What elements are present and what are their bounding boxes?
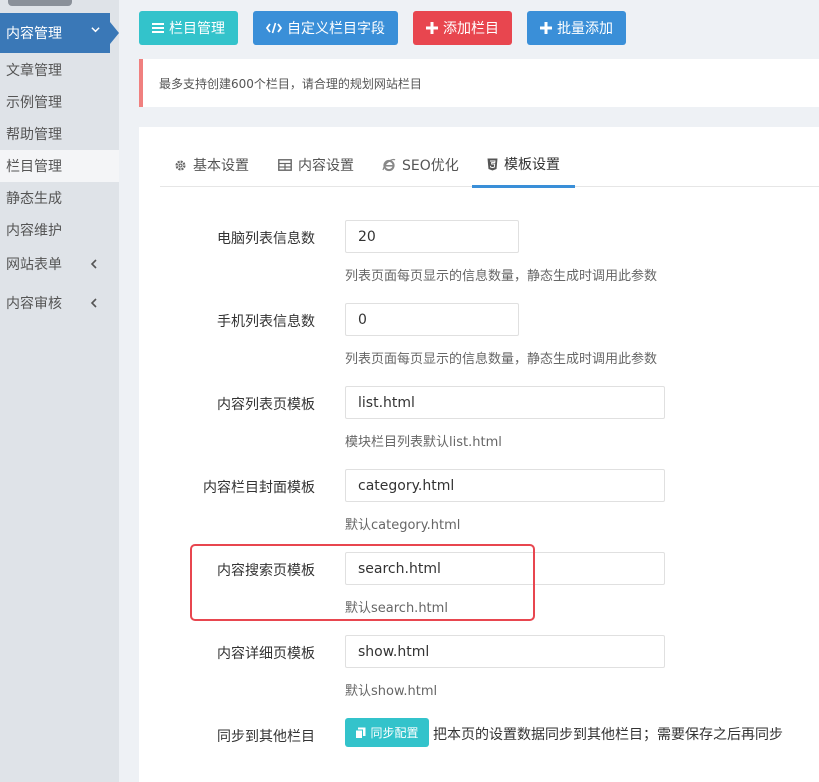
settings-panel: 基本设置 内容设置 SEO优化 模板设置 电脑列表信息数 20 列表页面每页显示… [139, 127, 819, 782]
highlight-annotation [190, 544, 535, 621]
sync-config-label: 同步配置 [370, 726, 419, 740]
show-template-label: 内容详细页模板 [217, 646, 315, 662]
sync-description: 把本页的设置数据同步到其他栏目；需要保存之后再同步 [433, 727, 783, 743]
column-manage-button[interactable]: 栏目管理 [139, 11, 238, 45]
pc-list-count-help: 列表页面每页显示的信息数量，静态生成时调用此参数 [345, 269, 658, 284]
table-icon [278, 159, 292, 171]
notice-alert: 最多支持创建600个栏目，请合理的规划网站栏目 [139, 59, 819, 107]
sidebar-item-static[interactable]: 静态生成 [0, 182, 119, 214]
tab-label: SEO优化 [402, 158, 459, 174]
tab-content-settings[interactable]: 内容设置 [278, 143, 354, 187]
sync-label: 同步到其他栏目 [217, 729, 315, 745]
category-template-label: 内容栏目封面模板 [203, 480, 315, 496]
chevron-left-icon [90, 259, 97, 269]
column-manage-label: 栏目管理 [169, 21, 225, 37]
tab-bar: 基本设置 内容设置 SEO优化 模板设置 [160, 143, 819, 188]
sidebar-item-label: 示例管理 [6, 95, 62, 111]
active-pointer [110, 22, 119, 44]
copy-icon [355, 727, 366, 739]
tab-label: 基本设置 [193, 158, 249, 174]
list-template-input[interactable]: list.html [345, 386, 665, 419]
sidebar-section-content-management[interactable]: 内容管理 [0, 13, 110, 53]
add-column-label: 添加栏目 [443, 21, 499, 37]
mobile-list-count-label: 手机列表信息数 [217, 314, 315, 330]
category-template-input[interactable]: category.html [345, 469, 665, 502]
html5-icon [487, 158, 498, 170]
sidebar-item-label: 内容审核 [6, 296, 62, 312]
ie-icon [382, 158, 396, 172]
tab-label: 模板设置 [504, 157, 560, 173]
notice-text: 最多支持创建600个栏目，请合理的规划网站栏目 [159, 76, 422, 91]
sidebar-item-maintenance[interactable]: 内容维护 [0, 214, 119, 246]
sidebar-item-help[interactable]: 帮助管理 [0, 118, 119, 150]
list-template-label: 内容列表页模板 [217, 397, 315, 413]
plus-icon [426, 22, 438, 34]
code-icon [266, 22, 282, 34]
sidebar-item-label: 内容维护 [6, 223, 62, 239]
tab-label: 内容设置 [298, 158, 354, 174]
chevron-left-icon [90, 298, 97, 308]
batch-add-button[interactable]: 批量添加 [527, 11, 626, 45]
sidebar: 内容管理 文章管理 示例管理 帮助管理 栏目管理 静态生成 内容维护 网站表单 … [0, 0, 119, 782]
sidebar-item-articles[interactable]: 文章管理 [0, 54, 119, 86]
show-template-input[interactable]: show.html [345, 635, 665, 668]
sidebar-item-forms[interactable]: 网站表单 [0, 248, 119, 280]
pc-list-count-label: 电脑列表信息数 [217, 231, 315, 247]
sidebar-item-label: 静态生成 [6, 191, 62, 207]
plus-icon [540, 22, 552, 34]
gear-icon [175, 159, 186, 171]
category-template-help: 默认category.html [345, 518, 461, 533]
chevron-down-icon [91, 27, 100, 33]
sidebar-item-label: 网站表单 [6, 257, 62, 273]
custom-fields-button[interactable]: 自定义栏目字段 [253, 11, 398, 45]
add-column-button[interactable]: 添加栏目 [413, 11, 512, 45]
list-template-help: 模块栏目列表默认list.html [345, 435, 502, 450]
sidebar-item-review[interactable]: 内容审核 [0, 287, 119, 319]
sidebar-item-label: 帮助管理 [6, 127, 62, 143]
sidebar-item-examples[interactable]: 示例管理 [0, 86, 119, 118]
custom-fields-label: 自定义栏目字段 [287, 21, 385, 37]
mobile-list-count-help: 列表页面每页显示的信息数量，静态生成时调用此参数 [345, 352, 658, 367]
list-icon [152, 23, 164, 33]
sidebar-item-label: 栏目管理 [6, 159, 62, 175]
sidebar-section-label: 内容管理 [6, 26, 62, 42]
sidebar-top-tab [8, 0, 72, 6]
sidebar-item-columns[interactable]: 栏目管理 [0, 150, 119, 182]
tab-seo[interactable]: SEO优化 [382, 143, 459, 187]
batch-add-label: 批量添加 [557, 21, 613, 37]
pc-list-count-input[interactable]: 20 [345, 220, 519, 253]
tab-basic-settings[interactable]: 基本设置 [174, 143, 249, 187]
mobile-list-count-input[interactable]: 0 [345, 303, 519, 336]
show-template-help: 默认show.html [345, 684, 438, 699]
sidebar-item-label: 文章管理 [6, 63, 62, 79]
tab-template-settings[interactable]: 模板设置 [472, 143, 575, 188]
sync-config-button[interactable]: 同步配置 [345, 718, 429, 747]
